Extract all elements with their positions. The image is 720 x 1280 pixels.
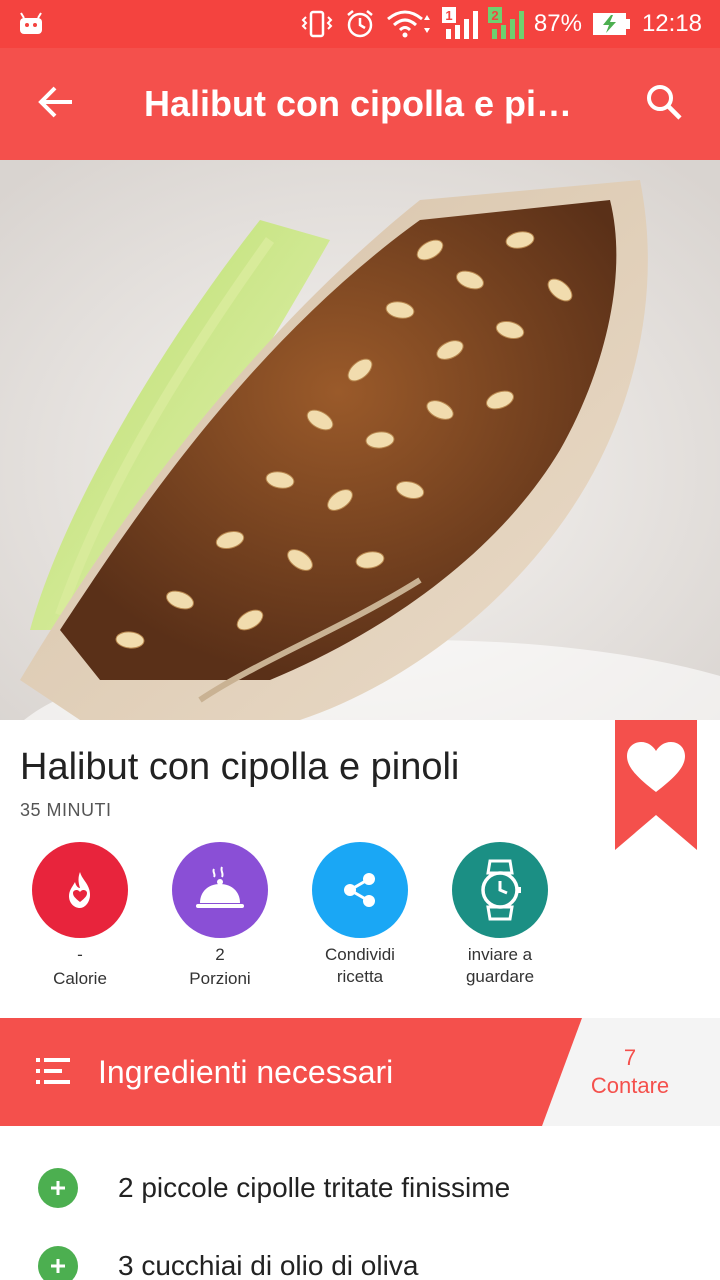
recipe-card: Halibut con cipolla e pinoli 35 MINUTI -… bbox=[0, 720, 720, 1018]
ingredients-title: Ingredienti necessari bbox=[98, 1054, 394, 1090]
alarm-icon bbox=[344, 8, 376, 40]
ingredient-text: 2 piccole cipolle tritate finissime bbox=[118, 1172, 511, 1203]
send-to-watch-action[interactable]: inviare a guardare bbox=[430, 842, 570, 988]
search-button[interactable] bbox=[608, 48, 720, 160]
ingredients-count: 7 Contare bbox=[570, 1044, 690, 1100]
battery-charging-icon bbox=[592, 11, 632, 37]
servings-label: Porzioni bbox=[189, 969, 251, 988]
arrow-left-icon bbox=[38, 86, 74, 123]
search-icon bbox=[645, 83, 683, 126]
watch-label-line2: guardare bbox=[465, 967, 535, 986]
calories-value: - bbox=[77, 945, 83, 964]
recipe-time: 35 MINUTI bbox=[20, 800, 112, 820]
share-recipe-action[interactable]: Condividi ricetta bbox=[290, 842, 430, 988]
signal-1-icon: 1 bbox=[441, 7, 478, 41]
list-icon bbox=[36, 1056, 72, 1088]
app-toolbar: Halibut con cipolla e pi… bbox=[0, 48, 720, 160]
add-icon[interactable] bbox=[38, 1168, 78, 1208]
recipe-title: Halibut con cipolla e pinoli bbox=[20, 746, 460, 788]
svg-text:1: 1 bbox=[445, 8, 452, 23]
ingredients-header: Ingredienti necessari 7 Contare bbox=[0, 1018, 720, 1126]
vibrate-icon bbox=[300, 9, 334, 39]
recipe-screen: 1 2 87% 12:18 Halibut con cipolla e pi… … bbox=[0, 0, 720, 1280]
status-bar: 1 2 87% 12:18 bbox=[0, 0, 720, 48]
cloche-icon bbox=[172, 842, 268, 938]
ingredients-count-label: Contare bbox=[590, 1073, 670, 1098]
add-icon[interactable] bbox=[38, 1246, 78, 1280]
watch-label-line1: inviare a bbox=[467, 945, 533, 964]
toolbar-title: Halibut con cipolla e pi… bbox=[144, 83, 573, 124]
android-icon bbox=[18, 12, 44, 36]
share-label-line2: ricetta bbox=[336, 967, 384, 986]
wifi-icon bbox=[386, 9, 432, 39]
recipe-actions: - Calorie 2 Porzioni Condividi ricetta i… bbox=[0, 842, 600, 1002]
share-icon bbox=[312, 842, 408, 938]
flame-icon bbox=[32, 842, 128, 938]
clock: 12:18 bbox=[641, 10, 702, 37]
recipe-photo bbox=[0, 160, 720, 720]
servings-value: 2 bbox=[215, 945, 225, 964]
servings-action[interactable]: 2 Porzioni bbox=[150, 842, 290, 990]
ingredients-count-value: 7 bbox=[623, 1045, 637, 1070]
calories-action[interactable]: - Calorie bbox=[10, 842, 150, 990]
svg-text:2: 2 bbox=[491, 8, 498, 23]
list-item[interactable]: 3 cucchiai di olio di oliva bbox=[0, 1236, 720, 1280]
ingredients-list: 2 piccole cipolle tritate finissime 3 cu… bbox=[0, 1126, 720, 1280]
list-item[interactable]: 2 piccole cipolle tritate finissime bbox=[0, 1158, 720, 1218]
favorite-button[interactable] bbox=[615, 720, 697, 850]
calories-label: Calorie bbox=[53, 969, 107, 988]
ingredient-text: 3 cucchiai di olio di oliva bbox=[118, 1250, 419, 1280]
signal-2-icon: 2 bbox=[487, 7, 524, 41]
watch-icon bbox=[452, 842, 548, 938]
share-label-line1: Condividi bbox=[325, 945, 395, 964]
back-button[interactable] bbox=[0, 48, 112, 160]
battery-percent: 87% bbox=[533, 10, 582, 37]
